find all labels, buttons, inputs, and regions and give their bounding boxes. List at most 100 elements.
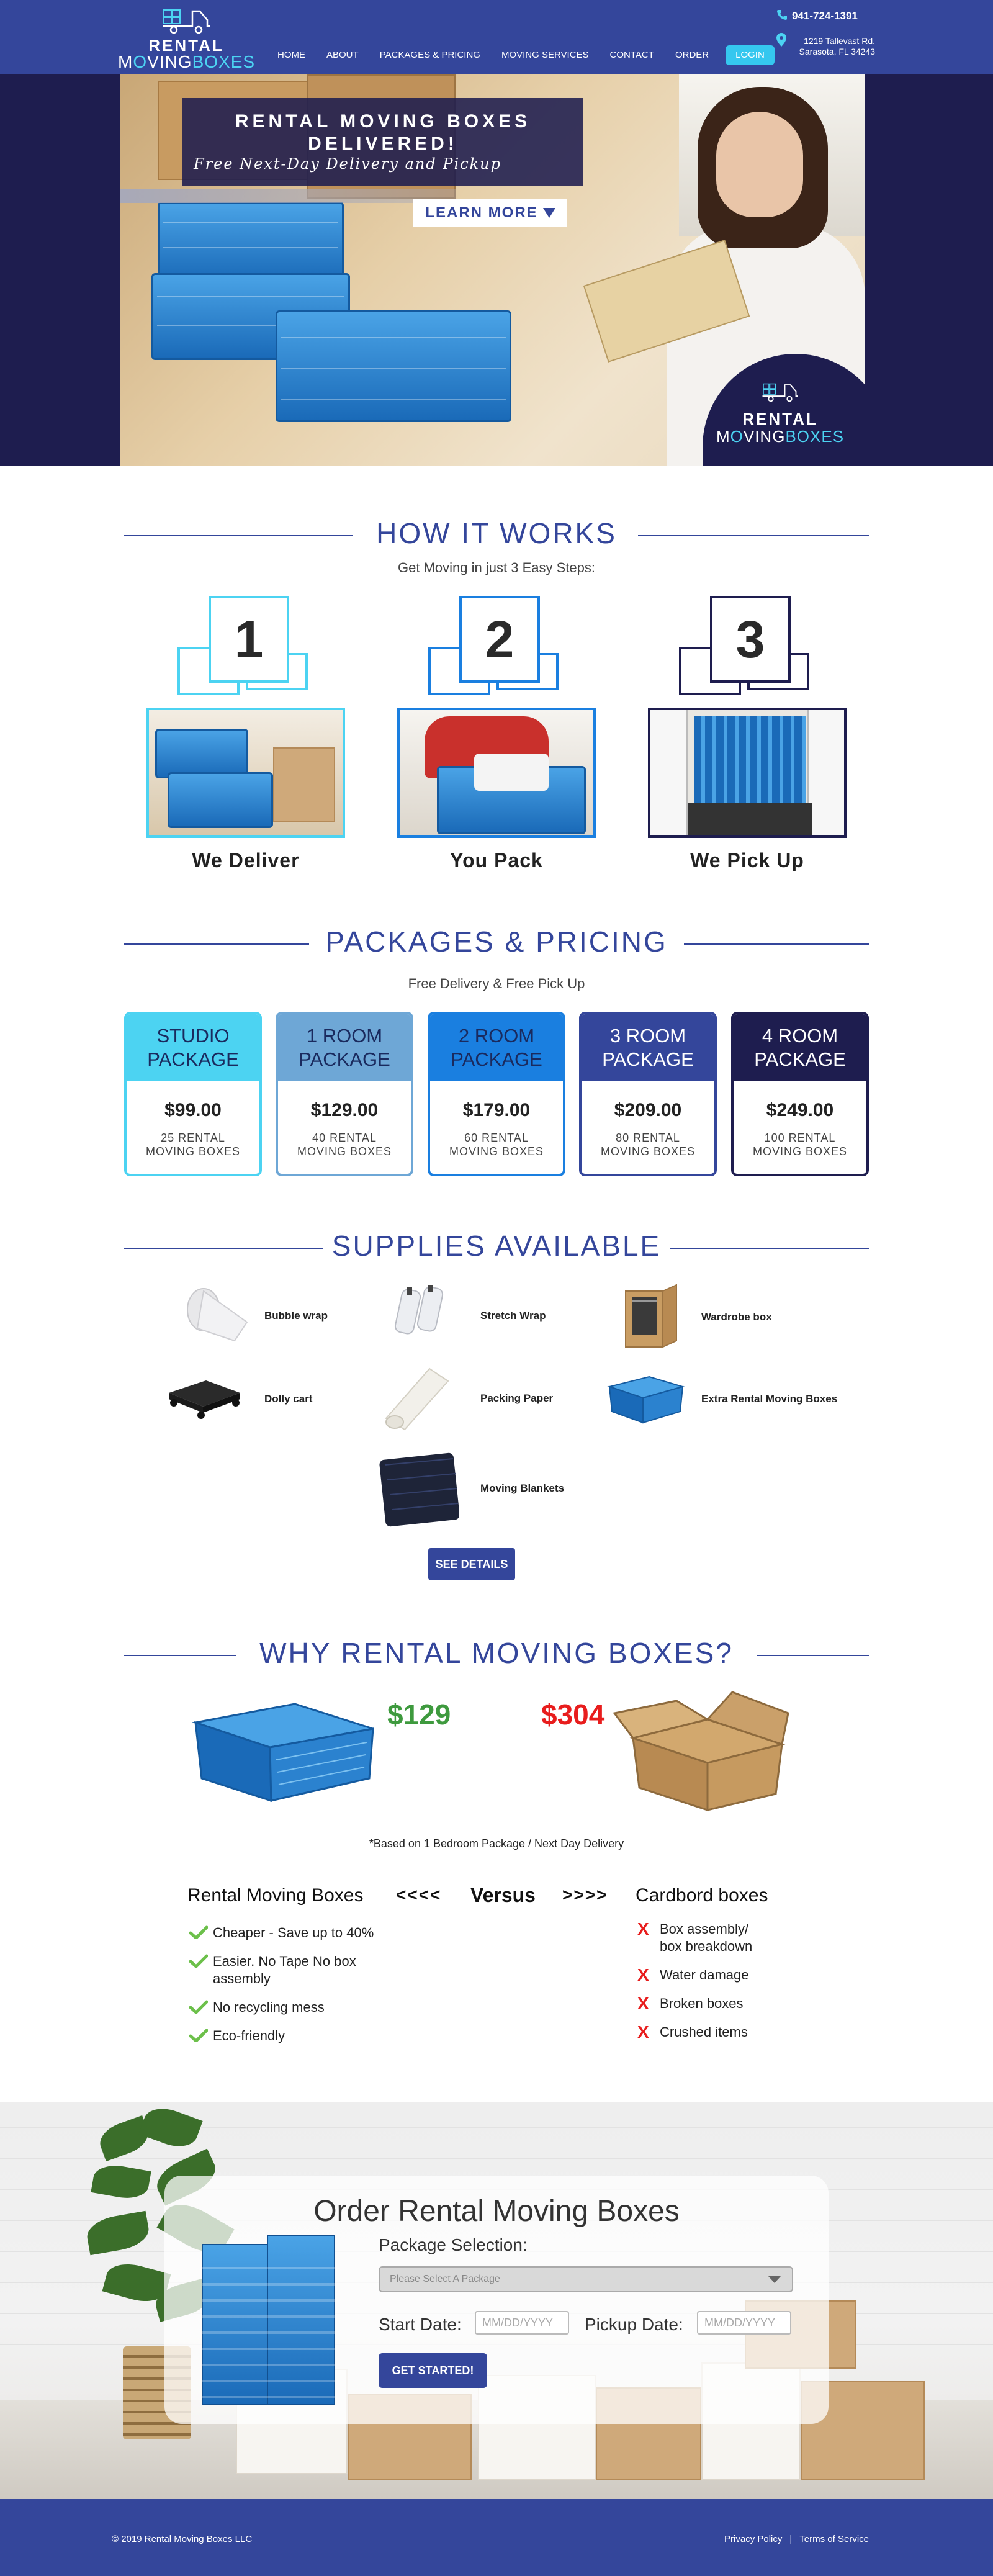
bubble-wrap-image [187,1288,248,1342]
step-photo-pickup [648,708,847,838]
learn-more-label: LEARN MORE [425,204,538,221]
nav-packages-pricing[interactable]: PACKAGES & PRICING [369,45,491,66]
supply-wardrobe-box: Wardrobe box [614,1276,825,1348]
package-card-header: STUDIO PACKAGE [127,1014,259,1081]
nav-order[interactable]: ORDER [665,45,719,66]
package-price: $249.00 [766,1100,834,1120]
site-header: RENTAL MOVINGBOXES HOME ABOUT PACKAGES &… [0,0,993,74]
supply-moving-blankets: Moving Blankets [379,1452,590,1527]
hero-title-line1: RENTAL MOVING BOXES [235,111,531,132]
step-photo-pack [397,708,596,838]
step-number: 2 [459,596,540,683]
site-logo[interactable]: RENTAL MOVINGBOXES [118,6,254,71]
package-select-placeholder: Please Select A Package [390,2274,500,2284]
checkmark-icon [189,1954,208,1968]
package-price: $129.00 [310,1100,379,1120]
how-it-works-subtitle: Get Moving in just 3 Easy Steps: [398,560,595,575]
package-suffix: PACKAGE [602,1048,694,1070]
rental-column-title: Rental Moving Boxes [187,1885,364,1906]
versus-label: Versus [470,1884,536,1906]
pricing-note: *Based on 1 Bedroom Package / Next Day D… [369,1837,624,1850]
login-button[interactable]: LOGIN [726,45,775,65]
how-it-works-heading: HOW IT WORKS [124,516,869,554]
con-text: Crushed items [660,2024,748,2040]
dolly-cart-image [169,1380,240,1419]
list-item: Eco-friendly [189,2027,400,2045]
pro-text: No recycling mess [213,1999,325,2015]
package-card-2-room[interactable]: 2 ROOM PACKAGE $179.00 60 RENTAL MOVING B… [428,1012,565,1176]
footer-links: Privacy Policy | Terms of Service [724,2534,869,2544]
heading-rule-right [670,1248,869,1249]
learn-more-button[interactable]: LEARN MORE [413,199,567,227]
package-name: 3 ROOM [609,1025,686,1047]
list-item: No recycling mess [189,1999,400,2016]
step-photo-deliver [146,708,345,838]
package-name: 2 ROOM [458,1025,535,1047]
package-select[interactable]: Please Select A Package [379,2266,793,2292]
nav-moving-services[interactable]: MOVING SERVICES [491,45,600,66]
package-description: 25 RENTAL MOVING BOXES [145,1132,241,1158]
get-started-button[interactable]: GET STARTED! [379,2353,487,2388]
how-it-works-title: HOW IT WORKS [376,517,617,549]
phone-number[interactable]: 941-724-1391 [792,10,858,22]
main-nav: HOME ABOUT PACKAGES & PRICING MOVING SER… [267,45,775,66]
package-card-header: 2 ROOM PACKAGE [430,1014,563,1081]
arrows-right: >>>> [562,1885,608,1904]
moving-blanket-image [379,1452,459,1527]
why-heading: WHY RENTAL MOVING BOXES? [124,1636,869,1673]
step-label: We Deliver [192,849,300,871]
privacy-policy-link[interactable]: Privacy Policy [724,2534,782,2544]
package-suffix: PACKAGE [147,1048,239,1070]
package-description: 60 RENTAL MOVING BOXES [449,1132,544,1158]
pickup-date-input[interactable]: MM/DD/YYYY [697,2311,791,2335]
nav-home[interactable]: HOME [267,45,316,66]
pro-text: Eco-friendly [213,2028,285,2043]
x-mark-icon: X [637,1994,649,2013]
package-card-4-room[interactable]: 4 ROOM PACKAGE $249.00 100 RENTAL MOVING … [731,1012,869,1176]
package-card-3-room[interactable]: 3 ROOM PACKAGE $209.00 80 RENTAL MOVING B… [579,1012,717,1176]
supply-dolly-cart: Dolly cart [163,1368,374,1430]
step-label: We Pick Up [690,849,804,871]
supply-label: Wardrobe box [701,1311,772,1323]
badge-text-moving-boxes: MOVINGBOXES [716,427,845,446]
supply-extra-boxes: Extra Rental Moving Boxes [606,1368,866,1430]
package-card-1-room[interactable]: 1 ROOM PACKAGE $129.00 40 RENTAL MOVING B… [276,1012,413,1176]
see-details-button[interactable]: SEE DETAILS [428,1548,515,1580]
order-title: Order Rental Moving Boxes [313,2195,680,2228]
package-name: 1 ROOM [306,1025,383,1047]
step-number-graphic: 3 [679,596,816,695]
site-footer: © 2019 Rental Moving Boxes LLC Privacy P… [0,2499,993,2576]
checkmark-icon [189,2029,208,2042]
supply-label: Stretch Wrap [480,1310,546,1322]
nav-about[interactable]: ABOUT [316,45,369,66]
package-price: $99.00 [164,1100,222,1120]
list-item: X Broken boxes [636,1995,822,2012]
truck-icon [762,383,798,402]
x-mark-icon: X [637,1965,649,1984]
x-mark-icon: X [637,2022,649,2042]
con-text: Broken boxes [660,1996,744,2011]
package-card-studio[interactable]: STUDIO PACKAGE $99.00 25 RENTAL MOVING BO… [124,1012,262,1176]
step-number: 1 [209,596,289,683]
why-title: WHY RENTAL MOVING BOXES? [259,1637,734,1669]
chevron-down-icon [768,2276,781,2283]
package-card-header: 1 ROOM PACKAGE [278,1014,411,1081]
logo-text-moving-boxes: MOVINGBOXES [118,52,256,71]
pros-list: Cheaper - Save up to 40% Easier. No Tape… [189,1924,400,2056]
phone-icon [777,10,787,20]
step-number-graphic: 1 [177,596,314,695]
supply-label: Moving Blankets [480,1482,565,1494]
cons-list: X Box assembly/ box breakdown X Water da… [636,1921,822,2052]
con-text: Water damage [660,1967,749,1983]
hero-crate [276,310,511,422]
packing-paper-image [385,1367,449,1431]
stretch-wrap-image [394,1285,444,1335]
rental-crate-image [607,1376,685,1424]
hero-crate [158,202,344,282]
terms-of-service-link[interactable]: Terms of Service [799,2534,869,2544]
start-date-input[interactable]: MM/DD/YYYY [475,2311,569,2335]
list-item: X Box assembly/ box breakdown [636,1921,822,1955]
nav-contact[interactable]: CONTACT [600,45,665,66]
truck-icon [163,9,210,34]
pickup-date-label: Pickup Date: [585,2315,683,2334]
